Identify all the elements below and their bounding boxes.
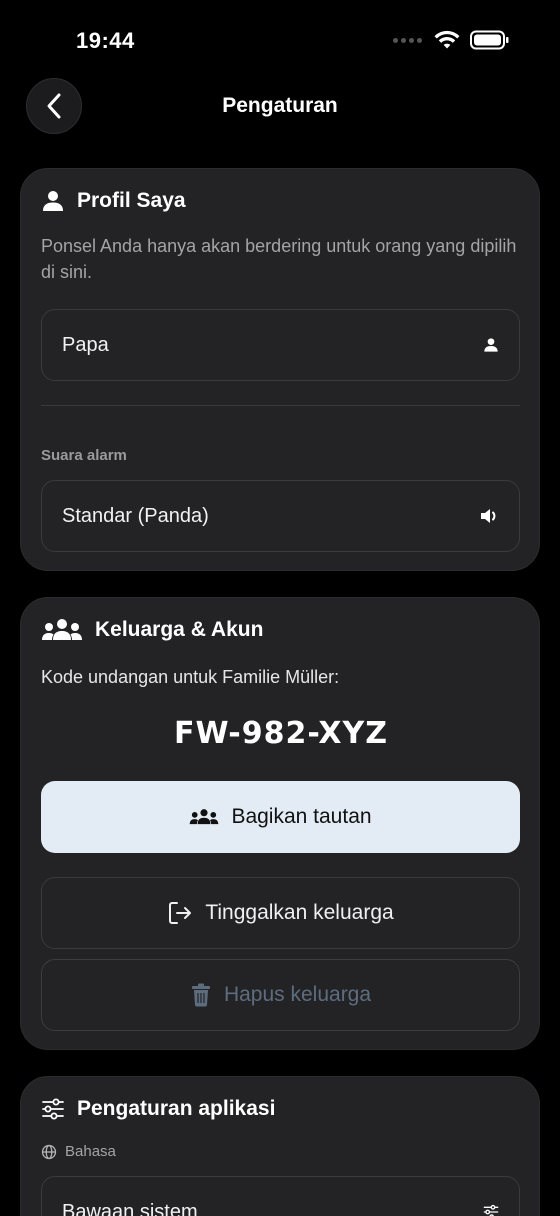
person-icon [484,338,498,352]
share-link-label: Bagikan tautan [231,805,372,828]
battery-icon [470,30,509,50]
invite-text: Kode undangan untuk Familie Müller: [41,667,340,687]
delete-family-label: Hapus keluarga [223,983,372,1006]
speaker-icon [481,509,496,523]
status-icons [393,30,510,50]
language-value: Bawaan sistem [62,1200,198,1216]
sliders-icon [42,1098,64,1120]
person-icon [43,191,63,211]
sliders-icon [483,1204,499,1216]
profile-description: Ponsel Anda hanya akan berdering untuk o… [41,236,517,282]
invite-code[interactable]: FW-982-XYZ [21,716,541,751]
language-label: Bahasa [65,1143,116,1160]
family-header: Keluarga & Akun [41,618,263,642]
language-field[interactable]: Bawaan sistem [41,1176,520,1216]
trash-icon [191,983,210,1007]
alarm-sound-field[interactable]: Standar (Panda) [41,480,520,552]
share-link-button[interactable]: Bagikan tautan [41,781,520,853]
alarm-label: Suara alarm [41,447,127,464]
group-icon [190,809,219,825]
group-icon [42,619,82,640]
app-settings-title: Pengaturan aplikasi [77,1097,276,1120]
signal-icon [393,37,422,43]
family-title: Keluarga & Akun [95,618,264,641]
app-settings-card: Pengaturan aplikasi Bahasa Bawaan sistem [20,1076,540,1216]
leave-family-button[interactable]: Tinggalkan keluarga [41,877,520,949]
divider [41,405,520,406]
status-bar: 19:44 [0,0,560,80]
alarm-sound-value: Standar (Panda) [62,504,209,527]
app-settings-header: Pengaturan aplikasi [41,1097,275,1121]
name-field-value: Papa [62,333,109,356]
language-label-row: Bahasa [41,1143,116,1160]
name-field[interactable]: Papa [41,309,520,381]
delete-family-button[interactable]: Hapus keluarga [41,959,520,1031]
family-card: Keluarga & Akun Kode undangan untuk Fami… [20,597,540,1050]
profile-card: Profil Saya Ponsel Anda hanya akan berde… [20,168,540,571]
profile-header: Profil Saya [41,189,186,213]
navigation-bar: Pengaturan [0,78,560,136]
wifi-icon [434,30,460,49]
globe-icon [41,1144,57,1159]
leave-family-label: Tinggalkan keluarga [205,901,394,924]
exit-icon [169,902,192,924]
status-time: 19:44 [76,28,135,53]
page-title: Pengaturan [222,94,338,117]
profile-title: Profil Saya [77,189,186,212]
